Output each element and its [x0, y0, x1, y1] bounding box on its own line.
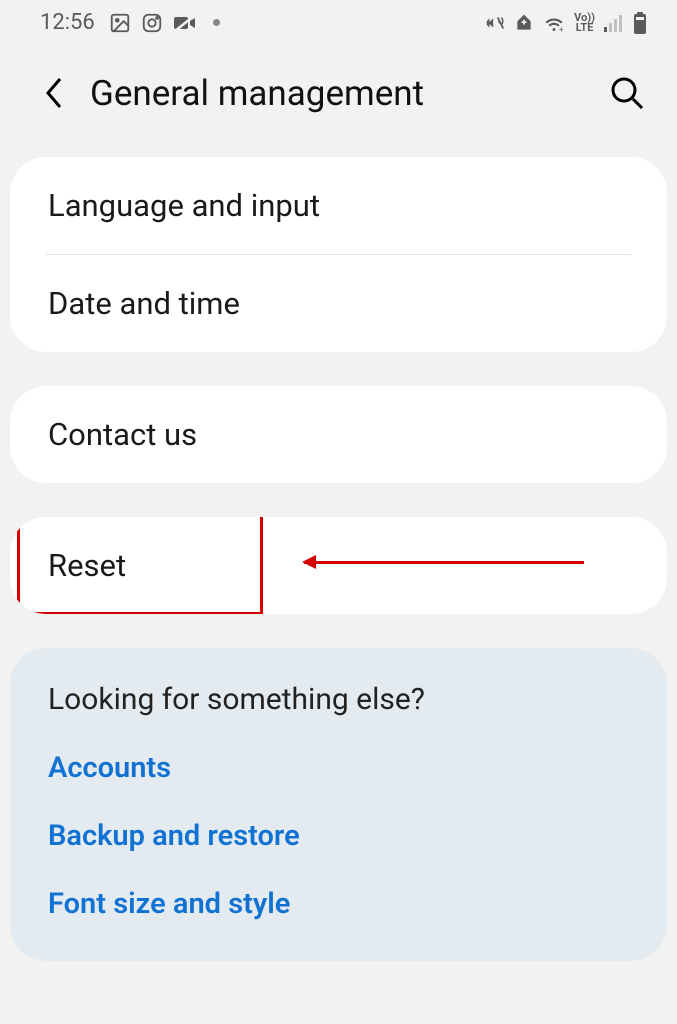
- page-title: General management: [90, 73, 605, 114]
- suggestions-title: Looking for something else?: [48, 682, 629, 717]
- date-and-time-row[interactable]: Date and time: [10, 255, 667, 352]
- suggestion-link-backup[interactable]: Backup and restore: [48, 819, 629, 853]
- gallery-icon: [109, 12, 131, 34]
- signal-icon: [603, 13, 625, 33]
- language-and-input-row[interactable]: Language and input: [10, 157, 667, 254]
- video-off-icon: [173, 13, 197, 33]
- volte-icon: Vo))LTE: [574, 13, 595, 33]
- vibrate-icon: [484, 12, 506, 34]
- header: General management: [0, 43, 677, 157]
- search-button[interactable]: [605, 71, 649, 115]
- reset-row[interactable]: Reset: [10, 517, 667, 614]
- status-time: 12:56: [40, 10, 95, 35]
- instagram-icon: [141, 12, 163, 34]
- settings-group-2: Contact us: [10, 386, 667, 483]
- svg-text:+: +: [559, 25, 564, 33]
- contact-us-row[interactable]: Contact us: [10, 386, 667, 483]
- search-icon: [609, 75, 645, 111]
- settings-group-3: Reset: [10, 517, 667, 614]
- suggestion-link-font[interactable]: Font size and style: [48, 887, 629, 921]
- suggestion-link-accounts[interactable]: Accounts: [48, 751, 629, 785]
- status-right: + Vo))LTE: [484, 12, 647, 34]
- back-button[interactable]: [36, 69, 72, 117]
- settings-group-1: Language and input Date and time: [10, 157, 667, 352]
- status-bar: 12:56 + Vo))LTE: [0, 0, 677, 43]
- wifi-icon: +: [542, 13, 566, 33]
- battery-icon: [633, 12, 647, 34]
- data-saver-icon: [514, 13, 534, 33]
- more-indicator-icon: [213, 19, 220, 26]
- suggestions-card: Looking for something else? Accounts Bac…: [10, 648, 667, 961]
- chevron-left-icon: [42, 75, 66, 111]
- status-left: 12:56: [40, 10, 220, 35]
